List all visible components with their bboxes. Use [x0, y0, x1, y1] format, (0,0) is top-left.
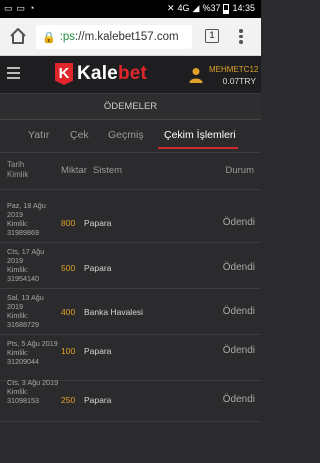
- home-icon[interactable]: [8, 26, 28, 46]
- browser-menu-icon[interactable]: [236, 27, 246, 47]
- row-amount: 100: [61, 346, 76, 356]
- site-logo[interactable]: K Kalebet: [55, 63, 147, 85]
- row-date: Paz, 18 Ağu 2019 Kimlik: 31989869: [7, 201, 46, 237]
- table-row: Cts, 17 Ağu 2019 Kimlik: 31954140 500 Papa…: [0, 243, 261, 289]
- row-system: Banka Havalesi: [84, 307, 144, 317]
- balance: 0.07TRY: [222, 76, 256, 86]
- row-date: Cts, 3 Ağu 2019 Kimlik: 31098153: [7, 378, 59, 405]
- row-amount: 500: [61, 263, 76, 273]
- clock: 14:35: [232, 3, 255, 13]
- table-header: Tarih Kimlik Miktar Sistem Durum: [0, 152, 261, 190]
- row-status: Ödendi: [222, 217, 255, 228]
- signal-icon: ◢: [192, 3, 200, 13]
- table-row: Sal, 13 Ağu 2019 Kimlik: 31688729 400 Bank…: [0, 289, 261, 335]
- row-system: Papara: [84, 218, 112, 228]
- address-bar[interactable]: 🔒 :ps://m.kalebet157.com: [36, 25, 192, 49]
- row-status: Ödendi: [222, 262, 255, 273]
- notification-icons: ▭ ▭ ◔: [4, 3, 34, 14]
- header-date: Tarih: [7, 160, 25, 169]
- row-amount: 250: [61, 395, 76, 405]
- tab-switcher-button[interactable]: 1: [205, 29, 219, 43]
- status-bar: ▭ ▭ ◔ ✕ 4G ◢ %37 14:35: [0, 0, 261, 18]
- row-status: Ödendi: [222, 345, 255, 356]
- row-date: Pts, 5 Ağu 2019 Kimlik: 31209044: [7, 339, 58, 366]
- tab-withdrawals[interactable]: Çekim İşlemleri: [164, 129, 236, 141]
- active-tab-indicator: [158, 147, 238, 149]
- battery-percent: %37: [202, 3, 221, 13]
- network-type: 4G: [177, 3, 190, 13]
- notification-icon: ▭: [4, 3, 13, 13]
- url-scheme: :ps: [59, 31, 76, 43]
- header-id: Kimlik: [7, 170, 29, 179]
- row-date: Sal, 13 Ağu 2019 Kimlik: 31688729: [7, 293, 44, 329]
- table-row: Paz, 18 Ağu 2019 Kimlik: 31989869 800 Papa…: [0, 197, 261, 243]
- mute-icon: ✕: [166, 3, 175, 13]
- browser-toolbar: 🔒 :ps://m.kalebet157.com 1: [0, 18, 261, 56]
- header-amount: Miktar: [61, 165, 87, 176]
- user-icon[interactable]: [189, 67, 203, 83]
- logo-shield-icon: K: [55, 63, 73, 85]
- username[interactable]: MEHMETC12...: [209, 65, 259, 74]
- row-system: Papara: [84, 263, 112, 273]
- site-header: K Kalebet MEHMETC12... 0.07TRY: [0, 56, 261, 94]
- url-text: ://m.kalebet157.com: [75, 31, 179, 43]
- row-amount: 400: [61, 307, 76, 317]
- row-status: Ödendi: [222, 306, 255, 317]
- logo-text: Kalebet: [77, 63, 148, 84]
- tab-deposit[interactable]: Yatır: [28, 129, 49, 141]
- tab-withdraw[interactable]: Çek: [70, 129, 89, 141]
- battery-icon: [223, 3, 230, 14]
- header-status: Durum: [225, 165, 254, 176]
- page-title: ÖDEMELER: [0, 94, 261, 120]
- tab-history[interactable]: Geçmiş: [108, 129, 144, 141]
- row-system: Papara: [84, 395, 112, 405]
- notification-icon: ▭: [16, 3, 26, 13]
- header-system: Sistem: [93, 165, 123, 176]
- row-date: Cts, 17 Ağu 2019 Kimlik: 31954140: [7, 247, 45, 283]
- row-amount: 800: [61, 218, 76, 228]
- row-system: Papara: [84, 346, 112, 356]
- row-status: Ödendi: [222, 394, 255, 405]
- hamburger-menu-icon[interactable]: [7, 67, 20, 82]
- notification-icon: ◔: [29, 3, 35, 13]
- table-row: Cts, 3 Ağu 2019 Kimlik: 31098153 250 Papar…: [0, 374, 261, 422]
- payment-tabs: Yatır Çek Geçmiş Çekim İşlemleri: [0, 120, 261, 150]
- system-icons: ✕ 4G ◢ %37 14:35: [167, 3, 255, 14]
- lock-icon: 🔒: [42, 31, 56, 44]
